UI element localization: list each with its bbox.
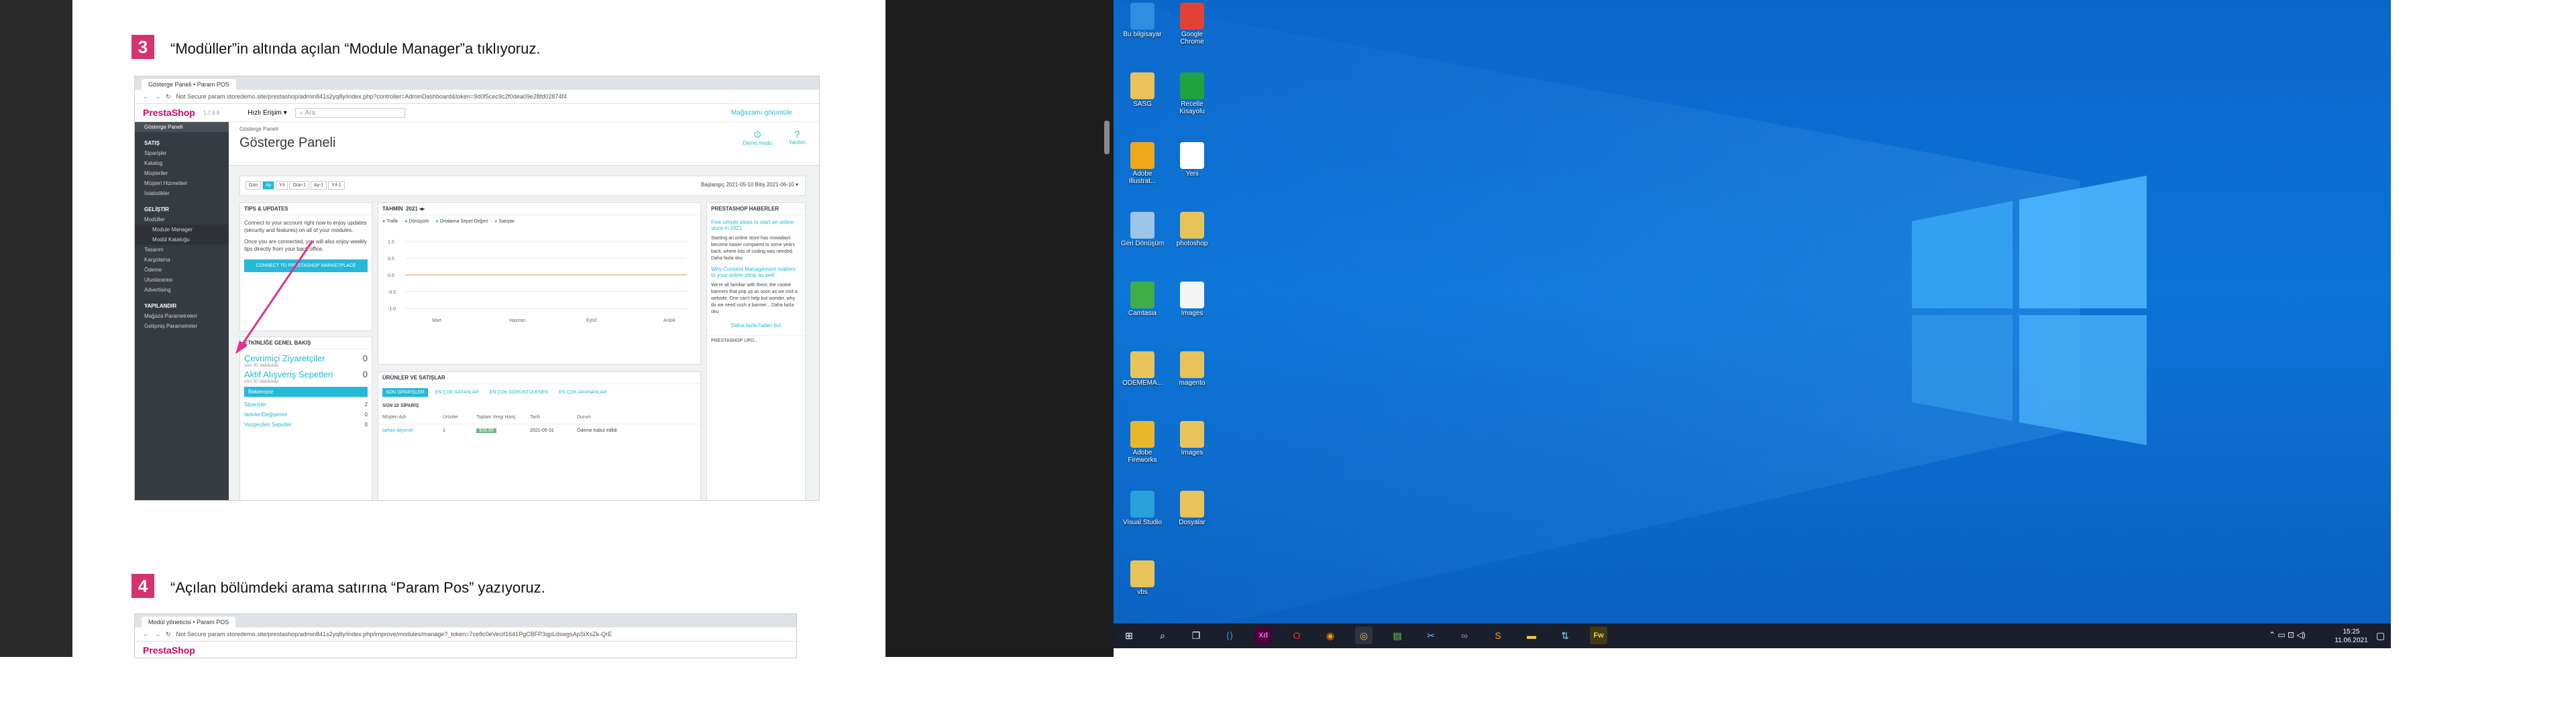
firefox-icon[interactable]: ◉ <box>1322 627 1339 644</box>
adobe-xd-icon[interactable]: Xd <box>1254 627 1272 644</box>
desktop-file-icon <box>1130 560 1155 587</box>
desktop-file-icon <box>1180 282 1204 308</box>
desktop-icon[interactable]: Bu bilgisayar <box>1119 3 1166 38</box>
desktop-icon-label: Visual Studio <box>1122 519 1163 526</box>
desktop-icon[interactable]: Geri Dönüşüm <box>1119 212 1166 247</box>
forward-icon[interactable]: → <box>154 631 160 638</box>
desktop-icon-label: Dosyalar <box>1179 519 1205 526</box>
window-gap <box>885 0 1114 657</box>
screenshot-module-manager: Gösterge Paneli • Param POS ← → ↻ Not Se… <box>134 76 820 501</box>
fireworks-icon[interactable]: Fw <box>1590 627 1607 644</box>
desktop-icon-label: Recelle Kisayolu <box>1179 101 1205 115</box>
desktop-icon-label: Adobe Fireworks <box>1128 449 1157 464</box>
desktop-file-icon <box>1180 491 1204 518</box>
desktop-icon-label: photoshop <box>1176 240 1208 247</box>
clock-time: 15:25 <box>2343 628 2360 636</box>
desktop-icon[interactable]: Images <box>1169 282 1216 317</box>
desktop-file-icon <box>1130 72 1155 99</box>
desktop-icon-label: Adobe Illustrat... <box>1128 170 1157 185</box>
desktop-icon[interactable]: Adobe Fireworks <box>1119 421 1166 464</box>
start-windows-icon[interactable]: ⊞ <box>1120 627 1138 644</box>
desktop-icon[interactable]: Camtasia <box>1119 282 1166 317</box>
clock[interactable]: 15:25 11.06.2021 <box>2331 627 2371 645</box>
desktop-file-icon <box>1130 282 1155 308</box>
opera-icon[interactable]: O <box>1288 627 1305 644</box>
desktop-icon-label: Yeni <box>1185 170 1199 178</box>
desktop-icon-label: Images <box>1181 449 1203 457</box>
chrome-icon[interactable]: ◎ <box>1355 627 1373 644</box>
clock-date: 11.06.2021 <box>2334 637 2368 644</box>
desktop-icon[interactable]: vbs <box>1119 560 1166 596</box>
windows-logo-wallpaper <box>1114 0 2147 648</box>
search-icon[interactable]: ⌕ <box>1154 627 1171 644</box>
file-explorer-icon[interactable]: ▬ <box>1523 627 1540 644</box>
desktop-file-icon <box>1130 421 1155 448</box>
annotation-arrow <box>235 240 314 354</box>
desktop-icon[interactable]: Yeni <box>1169 142 1216 178</box>
step-number-4: 4 <box>131 574 154 598</box>
desktop-file-icon <box>1180 212 1204 239</box>
desktop-icon[interactable]: ODEMEMA... <box>1119 351 1166 387</box>
url-text-2[interactable]: Not Secure param.storedemo.site/prestash… <box>176 631 612 638</box>
notification-icon[interactable]: ▢ <box>2376 630 2385 642</box>
desktop-icon[interactable]: Images <box>1169 421 1216 457</box>
desktop-file-icon <box>1180 3 1204 29</box>
desktop-file-icon <box>1130 3 1155 29</box>
desktop-file-icon <box>1130 142 1155 169</box>
desktop-icon-label: ODEMEMA... <box>1122 379 1163 387</box>
prestashop-logo-2: PrestaShop <box>143 645 195 656</box>
filezilla-icon[interactable]: ⇅ <box>1556 627 1574 644</box>
step-3-text: “Modüller”in altında açılan “Module Mana… <box>170 40 541 57</box>
desktop-icon-label: Google Chrome <box>1180 31 1204 46</box>
desktop-icon-label: magento <box>1179 379 1205 387</box>
desktop-icon[interactable]: Visual Studio <box>1119 491 1166 526</box>
desktop-file-icon <box>1130 212 1155 239</box>
desktop-icon-label: Geri Dönüşüm <box>1120 240 1165 247</box>
browser-address-bar-2: ← → ↻ Not Secure param.storedemo.site/prest… <box>135 627 796 642</box>
step-number-3: 3 <box>131 35 154 59</box>
desktop-icon[interactable]: Google Chrome <box>1169 3 1216 46</box>
snipping-icon[interactable]: ✂ <box>1422 627 1440 644</box>
vscode-icon[interactable]: ⟨⟩ <box>1221 627 1238 644</box>
desktop-icon-label: SASG <box>1133 101 1152 108</box>
prestashop-header-2: PrestaShop <box>135 642 796 658</box>
desktop-icon[interactable]: magento <box>1169 351 1216 387</box>
desktop-icon-label: Bu bilgisayar <box>1123 31 1162 38</box>
sublime-icon[interactable]: S <box>1489 627 1507 644</box>
back-icon[interactable]: ← <box>143 631 149 638</box>
desktop-icon-label: Images <box>1181 310 1203 317</box>
browser-tab-bar-2: Modül yöneticisi • Param POS <box>135 614 796 627</box>
desktop-wallpaper: Bu bilgisayar Google Chrome SASG Recelle Ki… <box>1114 0 2391 648</box>
system-tray-icons[interactable]: ⌃ ▭ ⊡ ◁) <box>2269 630 2306 640</box>
right-margin <box>2391 0 2576 724</box>
desktop-icon[interactable]: Dosyalar <box>1169 491 1216 526</box>
desktop-icon[interactable]: SASG <box>1119 72 1166 108</box>
desktop-icon[interactable]: Recelle Kisayolu <box>1169 72 1216 115</box>
desktop-icon-label: vbs <box>1137 589 1148 596</box>
visual-studio-icon[interactable]: ∞ <box>1456 627 1473 644</box>
reload-icon[interactable]: ↻ <box>166 631 171 638</box>
desktop-file-icon <box>1130 491 1155 518</box>
desktop-file-icon <box>1180 72 1204 99</box>
desktop-icon[interactable]: Adobe Illustrat... <box>1119 142 1166 185</box>
desktop-file-icon <box>1180 351 1204 378</box>
desktop-icon-label: Camtasia <box>1128 310 1157 317</box>
step-4-text: “Açılan bölümdeki arama satırına “Param … <box>170 579 545 596</box>
document-page: 3 “Modüller”in altında açılan “Module Ma… <box>72 0 885 658</box>
desktop-file-icon <box>1130 351 1155 378</box>
desktop-file-icon <box>1180 421 1204 448</box>
notepad-icon[interactable]: ▤ <box>1389 627 1406 644</box>
desktop-icon[interactable]: photoshop <box>1169 212 1216 247</box>
screenshot-search: Modül yöneticisi • Param POS ← → ↻ Not Secu… <box>134 613 797 658</box>
scrollbar-thumb[interactable] <box>1104 121 1110 154</box>
desktop-file-icon <box>1180 142 1204 169</box>
task-view-icon[interactable]: ❐ <box>1187 627 1205 644</box>
browser-tab-2[interactable]: Modül yöneticisi • Param POS <box>142 617 236 627</box>
